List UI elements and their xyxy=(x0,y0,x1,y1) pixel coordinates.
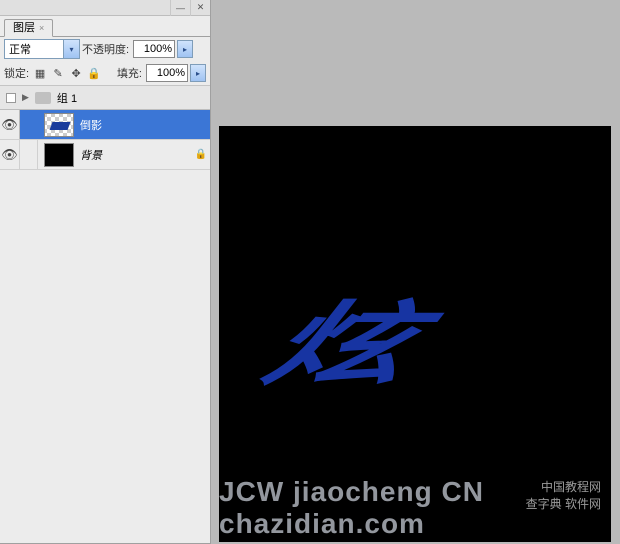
layer-thumbnail[interactable] xyxy=(44,113,74,137)
lock-pixels-icon[interactable]: ✎ xyxy=(51,66,65,80)
layer-thumbnail[interactable] xyxy=(44,143,74,167)
opacity-label: 不透明度: xyxy=(82,41,129,57)
blend-mode-value: 正常 xyxy=(9,41,31,57)
eye-icon: 👁 xyxy=(1,147,18,163)
tab-label: 图层 xyxy=(13,20,35,36)
link-cell xyxy=(20,140,38,169)
watermark-en: JCW jiaocheng CN chazidian.com xyxy=(219,476,605,540)
group-header[interactable]: ▶ 组 1 xyxy=(0,86,210,110)
tab-layers[interactable]: 图层 × xyxy=(4,19,53,37)
canvas-area: 炫 中国教程网 查字典 软件网 JCW jiaocheng CN chazidi… xyxy=(219,126,611,542)
lock-fill-row: 锁定: ▦ ✎ ✥ 🔒 填充: 100% ▸ xyxy=(0,61,210,85)
blend-opacity-row: 正常 ▾ 不透明度: 100% ▸ xyxy=(0,37,210,61)
tab-close-icon[interactable]: × xyxy=(39,20,44,36)
lock-all-icon[interactable]: 🔒 xyxy=(87,66,101,80)
eye-icon: 👁 xyxy=(1,117,18,133)
lock-transparent-icon[interactable]: ▦ xyxy=(33,66,47,80)
minimize-icon[interactable]: — xyxy=(170,0,190,16)
opacity-input[interactable]: 100% xyxy=(133,40,175,58)
visibility-toggle[interactable]: 👁 xyxy=(0,110,20,139)
panel-titlebar: — ✕ xyxy=(0,0,210,16)
fill-label: 填充: xyxy=(117,65,142,81)
lock-icon: 🔒 xyxy=(192,149,210,160)
layer-item-background[interactable]: 👁 背景 🔒 xyxy=(0,140,210,170)
fill-input[interactable]: 100% xyxy=(146,64,188,82)
close-icon[interactable]: ✕ xyxy=(190,0,210,16)
layers-panel: — ✕ 图层 × 正常 ▾ 不透明度: 100% ▸ 锁定: ▦ ✎ ✥ 🔒 填… xyxy=(0,0,211,544)
lock-label: 锁定: xyxy=(4,65,29,81)
visibility-toggle[interactable]: 👁 xyxy=(0,140,20,169)
chevron-down-icon: ▾ xyxy=(63,40,79,58)
canvas-glyph: 炫 xyxy=(248,271,433,402)
lock-toggles: ▦ ✎ ✥ 🔒 xyxy=(33,66,101,80)
group-name: 组 1 xyxy=(57,90,77,106)
layer-name: 背景 xyxy=(80,147,192,163)
visibility-box[interactable] xyxy=(6,93,16,103)
fill-arrow-button[interactable]: ▸ xyxy=(190,64,206,82)
layer-item-reflection[interactable]: 👁 倒影 xyxy=(0,110,210,140)
opacity-arrow-button[interactable]: ▸ xyxy=(177,40,193,58)
tab-row: 图层 × xyxy=(0,16,210,36)
link-cell xyxy=(20,110,38,139)
opacity-value: 100% xyxy=(144,43,172,55)
layer-name: 倒影 xyxy=(80,117,210,133)
disclosure-triangle-icon[interactable]: ▶ xyxy=(22,92,29,103)
fill-value: 100% xyxy=(157,67,185,79)
folder-icon xyxy=(35,92,51,104)
lock-position-icon[interactable]: ✥ xyxy=(69,66,83,80)
blend-mode-select[interactable]: 正常 ▾ xyxy=(4,39,80,59)
